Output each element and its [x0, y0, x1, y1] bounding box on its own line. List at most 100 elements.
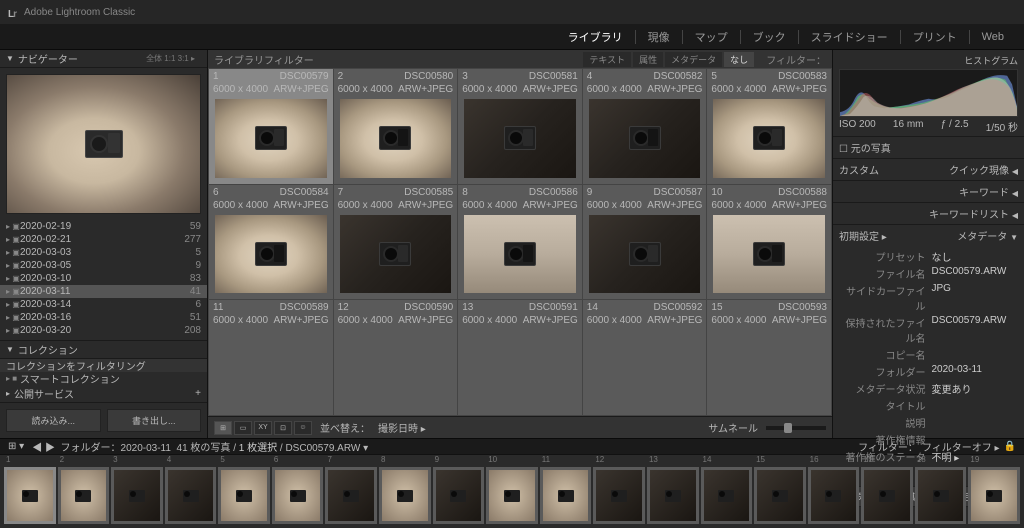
filmstrip-thumb[interactable]: [486, 467, 538, 524]
filmstrip-thumb[interactable]: [861, 467, 913, 524]
filter-tab[interactable]: 属性: [633, 52, 663, 67]
sort-label[interactable]: 並べ替え：: [320, 420, 370, 435]
navigator-preview[interactable]: [6, 74, 201, 214]
metadata-row[interactable]: コピー名: [839, 346, 1018, 363]
metadata-row[interactable]: サイドカーファイルJPG: [839, 282, 1018, 314]
histogram-panel: ヒストグラム ISO 200 16 mm ƒ / 2.5 1/50 秒: [833, 50, 1024, 136]
histo-iso: ISO 200: [839, 119, 876, 134]
grid-cell[interactable]: 10DSC005886000 x 4000ARW+JPEG: [707, 185, 831, 300]
thumbnail-slider[interactable]: [766, 426, 826, 430]
filmstrip-thumb[interactable]: [968, 467, 1020, 524]
app-logo: Lr: [8, 4, 16, 20]
metadata-row[interactable]: 説明: [839, 414, 1018, 431]
zoom-ratios[interactable]: 全体 1:1 3:1 ▸: [146, 53, 201, 64]
sort-value[interactable]: 撮影日時 ▸: [378, 420, 426, 435]
loupe-view-icon[interactable]: ▭: [234, 421, 252, 435]
filmstrip-thumb[interactable]: [272, 467, 324, 524]
filter-tab[interactable]: なし: [724, 52, 754, 67]
grid-cell[interactable]: 8DSC005866000 x 4000ARW+JPEG: [458, 185, 582, 300]
metadata-row[interactable]: メタデータ状況変更あり: [839, 380, 1018, 397]
people-view-icon[interactable]: ☺: [294, 421, 312, 435]
histogram-plot[interactable]: [839, 69, 1018, 117]
folder-item[interactable]: ▸ ▣2020-03-035: [0, 246, 207, 259]
filter-lock-icon[interactable]: 🔒: [1004, 441, 1016, 452]
module-picker: ライブラリ現像マップブックスライドショープリントWeb: [0, 24, 1024, 50]
histo-shutter: 1/50 秒: [986, 119, 1018, 134]
folder-item[interactable]: ▸ ▣2020-03-1083: [0, 272, 207, 285]
title-bar: Lr Adobe Lightroom Classic: [0, 0, 1024, 24]
histo-focal: 16 mm: [893, 119, 924, 134]
metadata-row[interactable]: フォルダー2020-03-11: [839, 363, 1018, 380]
filmstrip: 12345678910111213141516171819: [0, 454, 1024, 528]
grid-view-icon[interactable]: ⊞: [214, 421, 232, 435]
quick-develop-header[interactable]: カスタムクイック現像 ◀: [833, 159, 1024, 180]
metadata-row[interactable]: ファイル名DSC00579.ARW: [839, 265, 1018, 282]
app-name: Adobe Lightroom Classic: [24, 7, 135, 18]
smart-collection[interactable]: ▸ ■スマートコレクション: [0, 372, 207, 385]
filter-tab[interactable]: テキスト: [583, 52, 631, 67]
metadata-header[interactable]: 初期設定 ▸メタデータ ▼: [833, 225, 1024, 246]
grid-cell[interactable]: 13DSC005916000 x 4000ARW+JPEG: [458, 300, 582, 415]
view-mode-icon[interactable]: ⊞ ▾: [8, 441, 24, 452]
grid-cell[interactable]: 3DSC005816000 x 4000ARW+JPEG: [458, 69, 582, 184]
metadata-row[interactable]: タイトル: [839, 397, 1018, 414]
folder-item[interactable]: ▸ ▣2020-03-1651: [0, 311, 207, 324]
filmstrip-thumb[interactable]: [58, 467, 110, 524]
grid-cell[interactable]: 6DSC005846000 x 4000ARW+JPEG: [209, 185, 333, 300]
module-プリント[interactable]: プリント: [901, 29, 969, 45]
breadcrumb[interactable]: ◀ ▶ フォルダー：2020-03-11 41 枚の写真 / 1 枚選択 / D…: [32, 439, 368, 454]
grid-cell[interactable]: 15DSC005936000 x 4000ARW+JPEG: [707, 300, 831, 415]
filmstrip-thumb[interactable]: [433, 467, 485, 524]
grid-cell[interactable]: 1DSC005796000 x 4000ARW+JPEG: [209, 69, 333, 184]
filmstrip-thumb[interactable]: [593, 467, 645, 524]
grid-cell[interactable]: 5DSC005836000 x 4000ARW+JPEG: [707, 69, 831, 184]
module-スライドショー[interactable]: スライドショー: [799, 29, 900, 45]
filmstrip-thumb[interactable]: [754, 467, 806, 524]
filmstrip-thumb[interactable]: [915, 467, 967, 524]
folder-item[interactable]: ▸ ▣2020-02-1959: [0, 220, 207, 233]
folder-item[interactable]: ▸ ▣2020-03-146: [0, 298, 207, 311]
export-button[interactable]: 書き出し...: [107, 409, 202, 432]
grid-cell[interactable]: 12DSC005906000 x 4000ARW+JPEG: [334, 300, 458, 415]
keyword-list-header[interactable]: キーワードリスト ◀: [833, 203, 1024, 224]
filmstrip-thumb[interactable]: [111, 467, 163, 524]
filter-tab[interactable]: メタデータ: [665, 52, 722, 67]
filter-preset[interactable]: フィルターオフ ▸: [922, 439, 1000, 454]
grid-cell[interactable]: 2DSC005806000 x 4000ARW+JPEG: [334, 69, 458, 184]
collections-header[interactable]: ▼コレクション: [0, 341, 207, 359]
module-Web[interactable]: Web: [970, 31, 1016, 43]
navigator-header[interactable]: ▼ ナビゲーター 全体 1:1 3:1 ▸: [0, 50, 207, 68]
right-panel: ヒストグラム ISO 200 16 mm ƒ / 2.5 1/50 秒 ☐ 元の…: [832, 50, 1024, 438]
keywords-header[interactable]: キーワード ◀: [833, 181, 1024, 202]
triangle-down-icon: ▼: [6, 54, 14, 63]
filmstrip-thumb[interactable]: [218, 467, 270, 524]
folder-item[interactable]: ▸ ▣2020-02-21277: [0, 233, 207, 246]
folder-item[interactable]: ▸ ▣2020-03-059: [0, 259, 207, 272]
original-photo-row[interactable]: ☐ 元の写真: [833, 137, 1024, 158]
filmstrip-thumb[interactable]: [379, 467, 431, 524]
module-ブック[interactable]: ブック: [741, 29, 798, 45]
filmstrip-thumb[interactable]: [808, 467, 860, 524]
survey-view-icon[interactable]: ⊡: [274, 421, 292, 435]
folder-item[interactable]: ▸ ▣2020-03-1141: [0, 285, 207, 298]
filmstrip-thumb[interactable]: [647, 467, 699, 524]
grid-cell[interactable]: 11DSC005896000 x 4000ARW+JPEG: [209, 300, 333, 415]
metadata-row[interactable]: 保持されたファイル名DSC00579.ARW: [839, 314, 1018, 346]
filmstrip-thumb[interactable]: [4, 467, 56, 524]
compare-view-icon[interactable]: XY: [254, 421, 272, 435]
publish-header[interactable]: ▸公開サービス+: [0, 385, 207, 403]
grid-cell[interactable]: 7DSC005856000 x 4000ARW+JPEG: [334, 185, 458, 300]
filmstrip-thumb[interactable]: [165, 467, 217, 524]
grid-cell[interactable]: 4DSC005826000 x 4000ARW+JPEG: [583, 69, 707, 184]
module-ライブラリ[interactable]: ライブラリ: [556, 29, 635, 45]
grid-cell[interactable]: 9DSC005876000 x 4000ARW+JPEG: [583, 185, 707, 300]
module-マップ[interactable]: マップ: [683, 29, 740, 45]
filmstrip-thumb[interactable]: [540, 467, 592, 524]
filmstrip-thumb[interactable]: [701, 467, 753, 524]
folder-list: ▸ ▣2020-02-1959▸ ▣2020-02-21277▸ ▣2020-0…: [0, 220, 207, 340]
import-button[interactable]: 読み込み...: [6, 409, 101, 432]
grid-cell[interactable]: 14DSC005926000 x 4000ARW+JPEG: [583, 300, 707, 415]
filmstrip-thumb[interactable]: [325, 467, 377, 524]
module-現像[interactable]: 現像: [636, 29, 682, 45]
folder-item[interactable]: ▸ ▣2020-03-20208: [0, 324, 207, 337]
